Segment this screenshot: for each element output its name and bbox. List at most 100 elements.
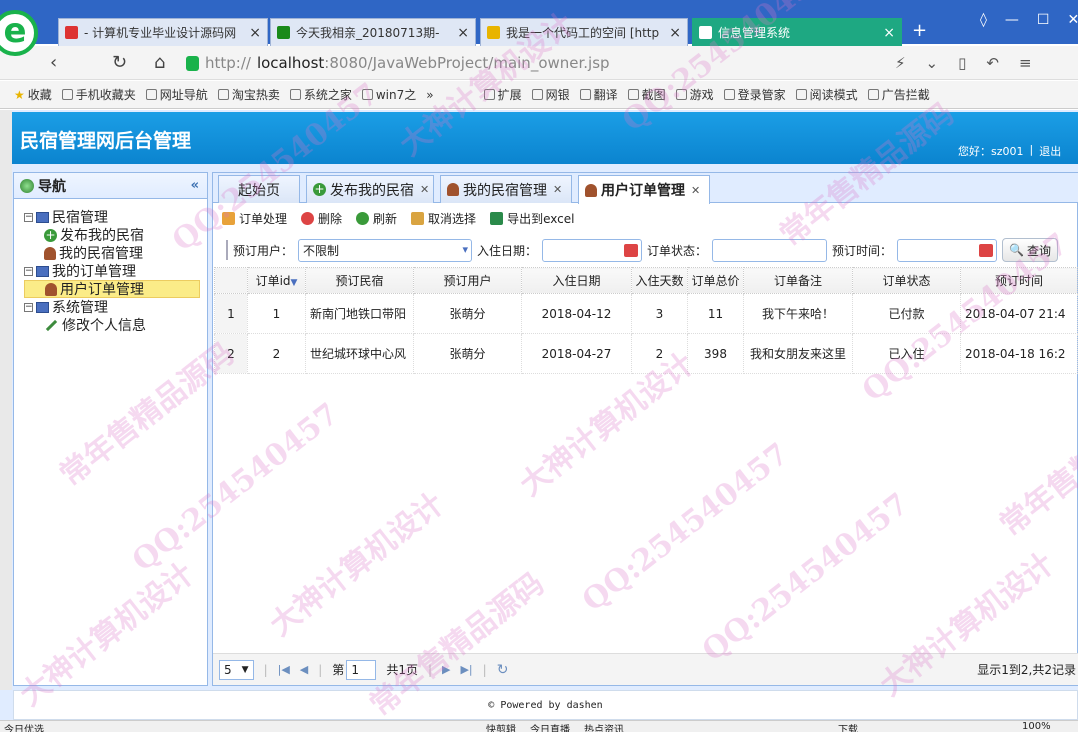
table-row[interactable]: 1 1 新南门地铁口带阳 张萌分 2018-04-12 3 11 我下午来哈！ … bbox=[214, 293, 1078, 334]
first-page-button[interactable]: |◀ bbox=[278, 663, 290, 676]
close-icon[interactable]: × bbox=[669, 25, 681, 41]
checkin-date-label: 入住日期： bbox=[477, 243, 538, 258]
maximize-button[interactable]: ☐ bbox=[1037, 12, 1050, 28]
calendar-icon[interactable] bbox=[979, 243, 994, 257]
tree-node-order-mgmt[interactable]: − 我的订单管理 bbox=[24, 262, 200, 280]
tree-node-user-orders[interactable]: 用户订单管理 bbox=[24, 280, 200, 298]
checkin-date-input[interactable] bbox=[542, 238, 643, 262]
bookmark-item[interactable]: win7之 bbox=[361, 86, 416, 103]
prev-page-button[interactable]: ◀ bbox=[300, 663, 308, 676]
status-item[interactable]: 今日直播 bbox=[530, 721, 570, 732]
close-icon[interactable]: ✕ bbox=[420, 183, 429, 196]
minimize-button[interactable]: — bbox=[1005, 12, 1019, 28]
delete-button[interactable]: 删除 bbox=[301, 210, 342, 227]
tree-node-edit-profile[interactable]: 修改个人信息 bbox=[24, 316, 200, 334]
page-size-select[interactable]: 5 ▼ bbox=[219, 659, 254, 680]
bookmark-item[interactable]: 手机收藏夹 bbox=[61, 86, 136, 103]
unselect-button[interactable]: 取消选择 bbox=[411, 210, 476, 227]
bookmark-item[interactable]: 系统之家 bbox=[289, 86, 352, 103]
tree-node-my-houses[interactable]: 我的民宿管理 bbox=[24, 244, 200, 262]
column-header[interactable]: 预订用户 bbox=[413, 267, 522, 294]
last-page-button[interactable]: ▶| bbox=[460, 663, 472, 676]
reload-button[interactable]: ↻ bbox=[112, 52, 127, 73]
back-button[interactable]: ‹ bbox=[50, 52, 57, 73]
extension-item[interactable]: 网银 bbox=[531, 86, 570, 103]
table-row[interactable]: 2 2 世纪城环球中心风 张萌分 2018-04-27 2 398 我和女朋友来… bbox=[214, 333, 1078, 374]
star-icon: ★ bbox=[14, 87, 25, 102]
status-item[interactable]: 快剪辑 bbox=[486, 721, 516, 732]
skin-icon[interactable]: ◊ bbox=[980, 12, 987, 28]
close-icon[interactable]: ✕ bbox=[691, 184, 700, 197]
bookmark-item[interactable]: 淘宝热卖 bbox=[217, 86, 280, 103]
column-header[interactable]: 入住日期 bbox=[521, 267, 632, 294]
collapse-toggle-icon[interactable]: − bbox=[24, 302, 33, 312]
close-window-button[interactable]: ✕ bbox=[1067, 12, 1078, 28]
order-status-input[interactable] bbox=[712, 238, 828, 262]
export-excel-button[interactable]: 导出到excel bbox=[490, 210, 574, 227]
extension-item[interactable]: 翻译 bbox=[579, 86, 618, 103]
user-select[interactable]: 不限制 ▾ bbox=[298, 238, 473, 262]
tree-node-system-mgmt[interactable]: − 系统管理 bbox=[24, 298, 200, 316]
refresh-button[interactable]: 刷新 bbox=[356, 210, 397, 227]
close-icon[interactable]: × bbox=[457, 25, 469, 41]
extension-item[interactable]: 登录管家 bbox=[723, 86, 786, 103]
status-item[interactable]: 热点资讯 bbox=[584, 721, 624, 732]
speed-icon[interactable]: ⚡ bbox=[895, 54, 906, 72]
refresh-icon[interactable]: ↻ bbox=[497, 662, 509, 678]
column-header[interactable]: 预订民宿 bbox=[305, 267, 414, 294]
extension-item[interactable]: 游戏 bbox=[675, 86, 714, 103]
browser-tab-active[interactable]: 信息管理系统 × bbox=[692, 18, 902, 46]
order-time-input[interactable] bbox=[897, 238, 998, 262]
collapse-icon[interactable]: « bbox=[191, 178, 199, 193]
page-number-input[interactable]: 1 bbox=[346, 659, 377, 680]
close-icon[interactable]: × bbox=[883, 25, 895, 41]
new-tab-button[interactable]: + bbox=[912, 20, 927, 41]
edit-icon bbox=[222, 212, 235, 225]
user-icon bbox=[585, 183, 597, 197]
calendar-icon[interactable] bbox=[624, 243, 639, 257]
close-icon[interactable]: × bbox=[249, 25, 261, 41]
chevron-down-icon: ▾ bbox=[462, 242, 469, 256]
browser-tab[interactable]: 我是一个代码工的空间 [http × bbox=[480, 18, 688, 46]
page-icon bbox=[217, 89, 229, 100]
browser-tab[interactable]: - 计算机专业毕业设计源码网 × bbox=[58, 18, 268, 46]
extension-item[interactable]: 阅读模式 bbox=[795, 86, 858, 103]
collapse-toggle-icon[interactable]: − bbox=[24, 212, 33, 222]
column-header[interactable]: 订单状态 bbox=[852, 267, 961, 294]
extension-item[interactable]: 扩展 bbox=[483, 86, 522, 103]
column-header[interactable]: 预订时间 bbox=[960, 267, 1078, 294]
tab-my-houses[interactable]: 我的民宿管理 ✕ bbox=[440, 175, 572, 203]
home-button[interactable]: ⌂ bbox=[154, 52, 165, 73]
logout-link[interactable]: 退出 bbox=[1039, 143, 1061, 159]
tab-home[interactable]: 起始页 bbox=[218, 175, 300, 203]
extension-item[interactable]: 广告拦截 bbox=[867, 86, 930, 103]
menu-icon[interactable]: ≡ bbox=[1019, 54, 1032, 72]
browser-tab[interactable]: 今天我相亲_20180713期- × bbox=[270, 18, 476, 46]
bookmark-item[interactable]: 网址导航 bbox=[145, 86, 208, 103]
status-left[interactable]: 今日优选 bbox=[4, 721, 44, 732]
order-time-cell: 2018-04-07 21:4 bbox=[960, 293, 1078, 334]
tree-node-house-mgmt[interactable]: − 民宿管理 bbox=[24, 208, 200, 226]
tab-user-orders[interactable]: 用户订单管理 ✕ bbox=[578, 175, 710, 204]
collapse-toggle-icon[interactable]: − bbox=[24, 266, 33, 276]
search-button[interactable]: 🔍 查询 bbox=[1002, 238, 1059, 262]
address-bar[interactable]: http:// localhost:8080/JavaWebProject/mai… bbox=[186, 51, 876, 75]
nav-title: 导航 bbox=[38, 178, 66, 195]
column-header[interactable]: 订单总价 bbox=[687, 267, 744, 294]
process-order-button[interactable]: 订单处理 bbox=[222, 210, 287, 227]
extension-item[interactable]: 截图 bbox=[627, 86, 666, 103]
more-bookmarks-button[interactable]: » bbox=[426, 88, 433, 102]
dropdown-icon[interactable]: ⌄ bbox=[926, 54, 939, 72]
column-header[interactable]: 订单备注 bbox=[743, 267, 853, 294]
status-item[interactable]: 下载 bbox=[838, 721, 858, 732]
column-header[interactable]: 订单id▼ bbox=[247, 267, 306, 294]
zoom-level[interactable]: 100% bbox=[1022, 721, 1051, 732]
column-header[interactable]: 入住天数 bbox=[631, 267, 688, 294]
bookmark-item[interactable]: ★ 收藏 bbox=[14, 86, 52, 103]
close-icon[interactable]: ✕ bbox=[553, 183, 562, 196]
tab-publish-house[interactable]: + 发布我的民宿 ✕ bbox=[306, 175, 434, 203]
next-page-button[interactable]: ▶ bbox=[442, 663, 450, 676]
phone-icon[interactable]: ▯ bbox=[958, 54, 966, 72]
undo-icon[interactable]: ↶ bbox=[986, 54, 999, 72]
tree-node-publish-house[interactable]: + 发布我的民宿 bbox=[24, 226, 200, 244]
